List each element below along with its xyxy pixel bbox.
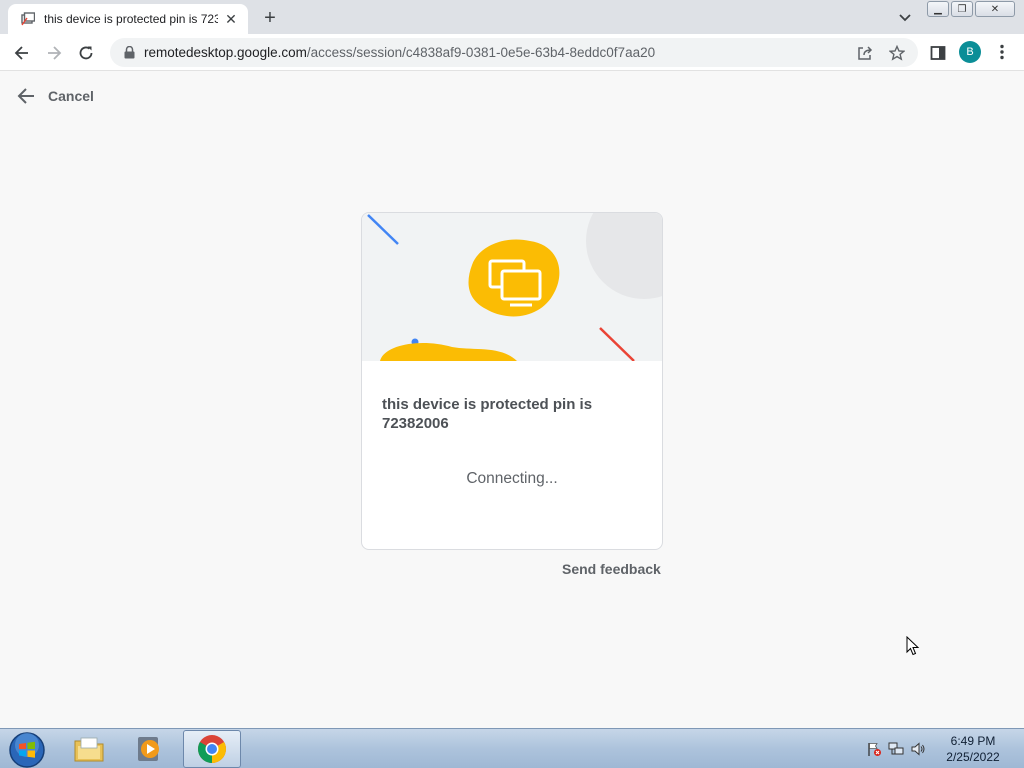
side-panel-icon[interactable]	[926, 41, 950, 65]
remote-desktop-favicon-icon	[20, 11, 36, 27]
new-tab-plus-icon[interactable]: +	[258, 6, 282, 30]
clock-time: 6:49 PM	[950, 734, 996, 748]
address-bar[interactable]: remotedesktop.google.com/access/session/…	[110, 38, 918, 67]
google-chrome-icon[interactable]	[183, 730, 241, 768]
media-player-icon[interactable]	[120, 730, 178, 768]
connection-status: Connecting...	[466, 470, 558, 487]
mouse-pointer-icon	[906, 635, 920, 656]
minimize-icon[interactable]: ▁	[927, 1, 949, 17]
back-arrow-icon[interactable]	[10, 41, 34, 65]
taskbar-clock[interactable]: 6:49 PM 2/25/2022	[936, 733, 1010, 765]
start-button-windows-icon[interactable]	[8, 731, 46, 768]
tab-close-icon[interactable]: ✕	[222, 10, 240, 28]
reload-icon[interactable]	[74, 41, 98, 65]
card-illustration	[362, 213, 662, 361]
tab-remote-desktop[interactable]: this device is protected pin is 7238 ✕	[8, 4, 248, 34]
cancel-label: Cancel	[48, 88, 94, 104]
clock-date: 2/25/2022	[946, 750, 1000, 764]
tab-strip: this device is protected pin is 7238 ✕ +…	[0, 0, 1024, 34]
url-host: remotedesktop.google.com	[144, 45, 307, 60]
card-title: this device is protected pin is 72382006	[382, 396, 593, 432]
send-feedback-link[interactable]: Send feedback	[562, 561, 661, 577]
share-icon[interactable]	[856, 44, 874, 62]
windows-taskbar: 6:49 PM 2/25/2022	[0, 728, 1024, 768]
connection-card: this device is protected pin is 72382006…	[361, 212, 663, 550]
restore-icon[interactable]: ❐	[951, 1, 973, 17]
network-icon[interactable]	[888, 741, 904, 757]
tab-search-chevron-down-icon[interactable]	[896, 8, 914, 26]
profile-avatar[interactable]: B	[959, 41, 981, 63]
cancel-button[interactable]: Cancel	[16, 86, 94, 106]
url-path: /access/session/c4838af9-0381-0e5e-63b4-…	[306, 45, 656, 60]
window-close-icon[interactable]: ✕	[975, 1, 1015, 17]
window-controls: ▁ ❐ ✕	[927, 1, 1015, 17]
url-text: remotedesktop.google.com/access/session/…	[144, 45, 655, 60]
browser-toolbar: remotedesktop.google.com/access/session/…	[0, 34, 1024, 71]
tab-title: this device is protected pin is 7238	[44, 12, 218, 26]
volume-speaker-icon[interactable]	[910, 741, 926, 757]
action-center-flag-icon[interactable]	[866, 741, 882, 757]
forward-arrow-icon[interactable]	[42, 41, 66, 65]
kebab-menu-icon[interactable]	[994, 42, 1010, 62]
lock-icon	[122, 46, 136, 60]
bookmark-star-icon[interactable]	[888, 44, 906, 62]
system-tray	[866, 741, 926, 757]
windows-explorer-folder-icon[interactable]	[60, 730, 118, 768]
back-arrow-icon	[16, 86, 36, 106]
